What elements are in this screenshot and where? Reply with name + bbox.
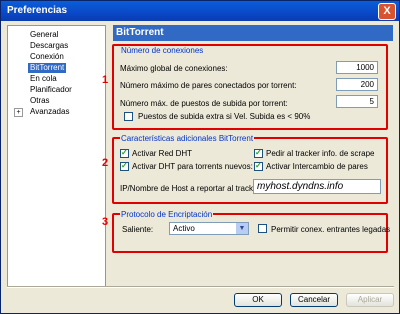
host-label: IP/Nombre de Host a reportar al tracker: — [120, 184, 263, 193]
outgoing-select-value: Activo — [173, 224, 195, 233]
cancel-button[interactable]: Cancelar — [290, 293, 338, 307]
tree-item-otras[interactable]: Otras — [30, 96, 50, 106]
tree-item-conexion[interactable]: Conexión — [30, 52, 64, 62]
preferences-window: Preferencias X General Descargas Conexió… — [0, 0, 400, 314]
marker-1: 1 — [102, 74, 109, 86]
scrape-checkbox[interactable] — [254, 148, 263, 158]
encryption-legend: Protocolo de Encriptación — [120, 210, 214, 219]
close-button[interactable]: X — [378, 3, 396, 20]
apply-button[interactable]: Aplicar — [346, 293, 394, 307]
legacy-label: Permitir conex. entrantes legadas — [271, 225, 391, 234]
global-max-input[interactable]: 1000 — [336, 61, 378, 74]
tree-item-avanzadas[interactable]: Avanzadas — [30, 107, 69, 117]
pex-checkbox[interactable] — [254, 161, 263, 171]
tree-item-planificador[interactable]: Planificador — [30, 85, 72, 95]
legacy-checkbox[interactable] — [258, 224, 267, 233]
ok-button[interactable]: OK — [234, 293, 282, 307]
divider — [7, 286, 394, 288]
outgoing-select[interactable]: Activo ▼ — [169, 222, 249, 235]
tree-item-bittorrent[interactable]: BitTorrent — [28, 63, 67, 73]
dht-checkbox[interactable] — [120, 148, 129, 158]
dht-new-checkbox[interactable] — [120, 161, 129, 171]
window-title: Preferencias — [7, 5, 68, 16]
marker-3: 3 — [102, 216, 109, 228]
panel-title: BitTorrent — [113, 25, 393, 41]
tree-item-general[interactable]: General — [30, 30, 58, 40]
pex-label: Activar Intercambio de pares — [266, 162, 368, 171]
connections-legend: Número de conexiones — [120, 46, 205, 55]
extra-slots-label: Puestos de subida extra si Vel. Subida e… — [138, 112, 311, 121]
upload-slots-input[interactable]: 5 — [336, 95, 378, 108]
tree-item-descargas[interactable]: Descargas — [30, 41, 68, 51]
features-legend: Características adicionales BitTorrent — [120, 134, 255, 143]
dht-label: Activar Red DHT — [132, 149, 193, 158]
peers-label: Número máximo de pares conectados por to… — [120, 81, 297, 90]
category-tree: General Descargas Conexión BitTorrent En… — [7, 25, 106, 287]
extra-slots-checkbox[interactable] — [124, 112, 133, 121]
title-bar[interactable]: Preferencias X — [1, 1, 399, 21]
tree-item-en-cola[interactable]: En cola — [30, 74, 57, 84]
global-max-label: Máximo global de conexiones: — [120, 64, 228, 73]
chevron-down-icon: ▼ — [236, 223, 248, 234]
marker-2: 2 — [102, 157, 109, 169]
expand-icon[interactable]: + — [14, 108, 23, 117]
peers-input[interactable]: 200 — [336, 78, 378, 91]
upload-slots-label: Número máx. de puestos de subida por tor… — [120, 99, 288, 108]
dht-new-label: Activar DHT para torrents nuevos: — [132, 162, 253, 171]
scrape-label: Pedir al tracker info. de scrape — [266, 149, 375, 158]
outgoing-label: Saliente: — [122, 225, 154, 234]
host-input[interactable]: myhost.dyndns.info — [253, 179, 381, 194]
